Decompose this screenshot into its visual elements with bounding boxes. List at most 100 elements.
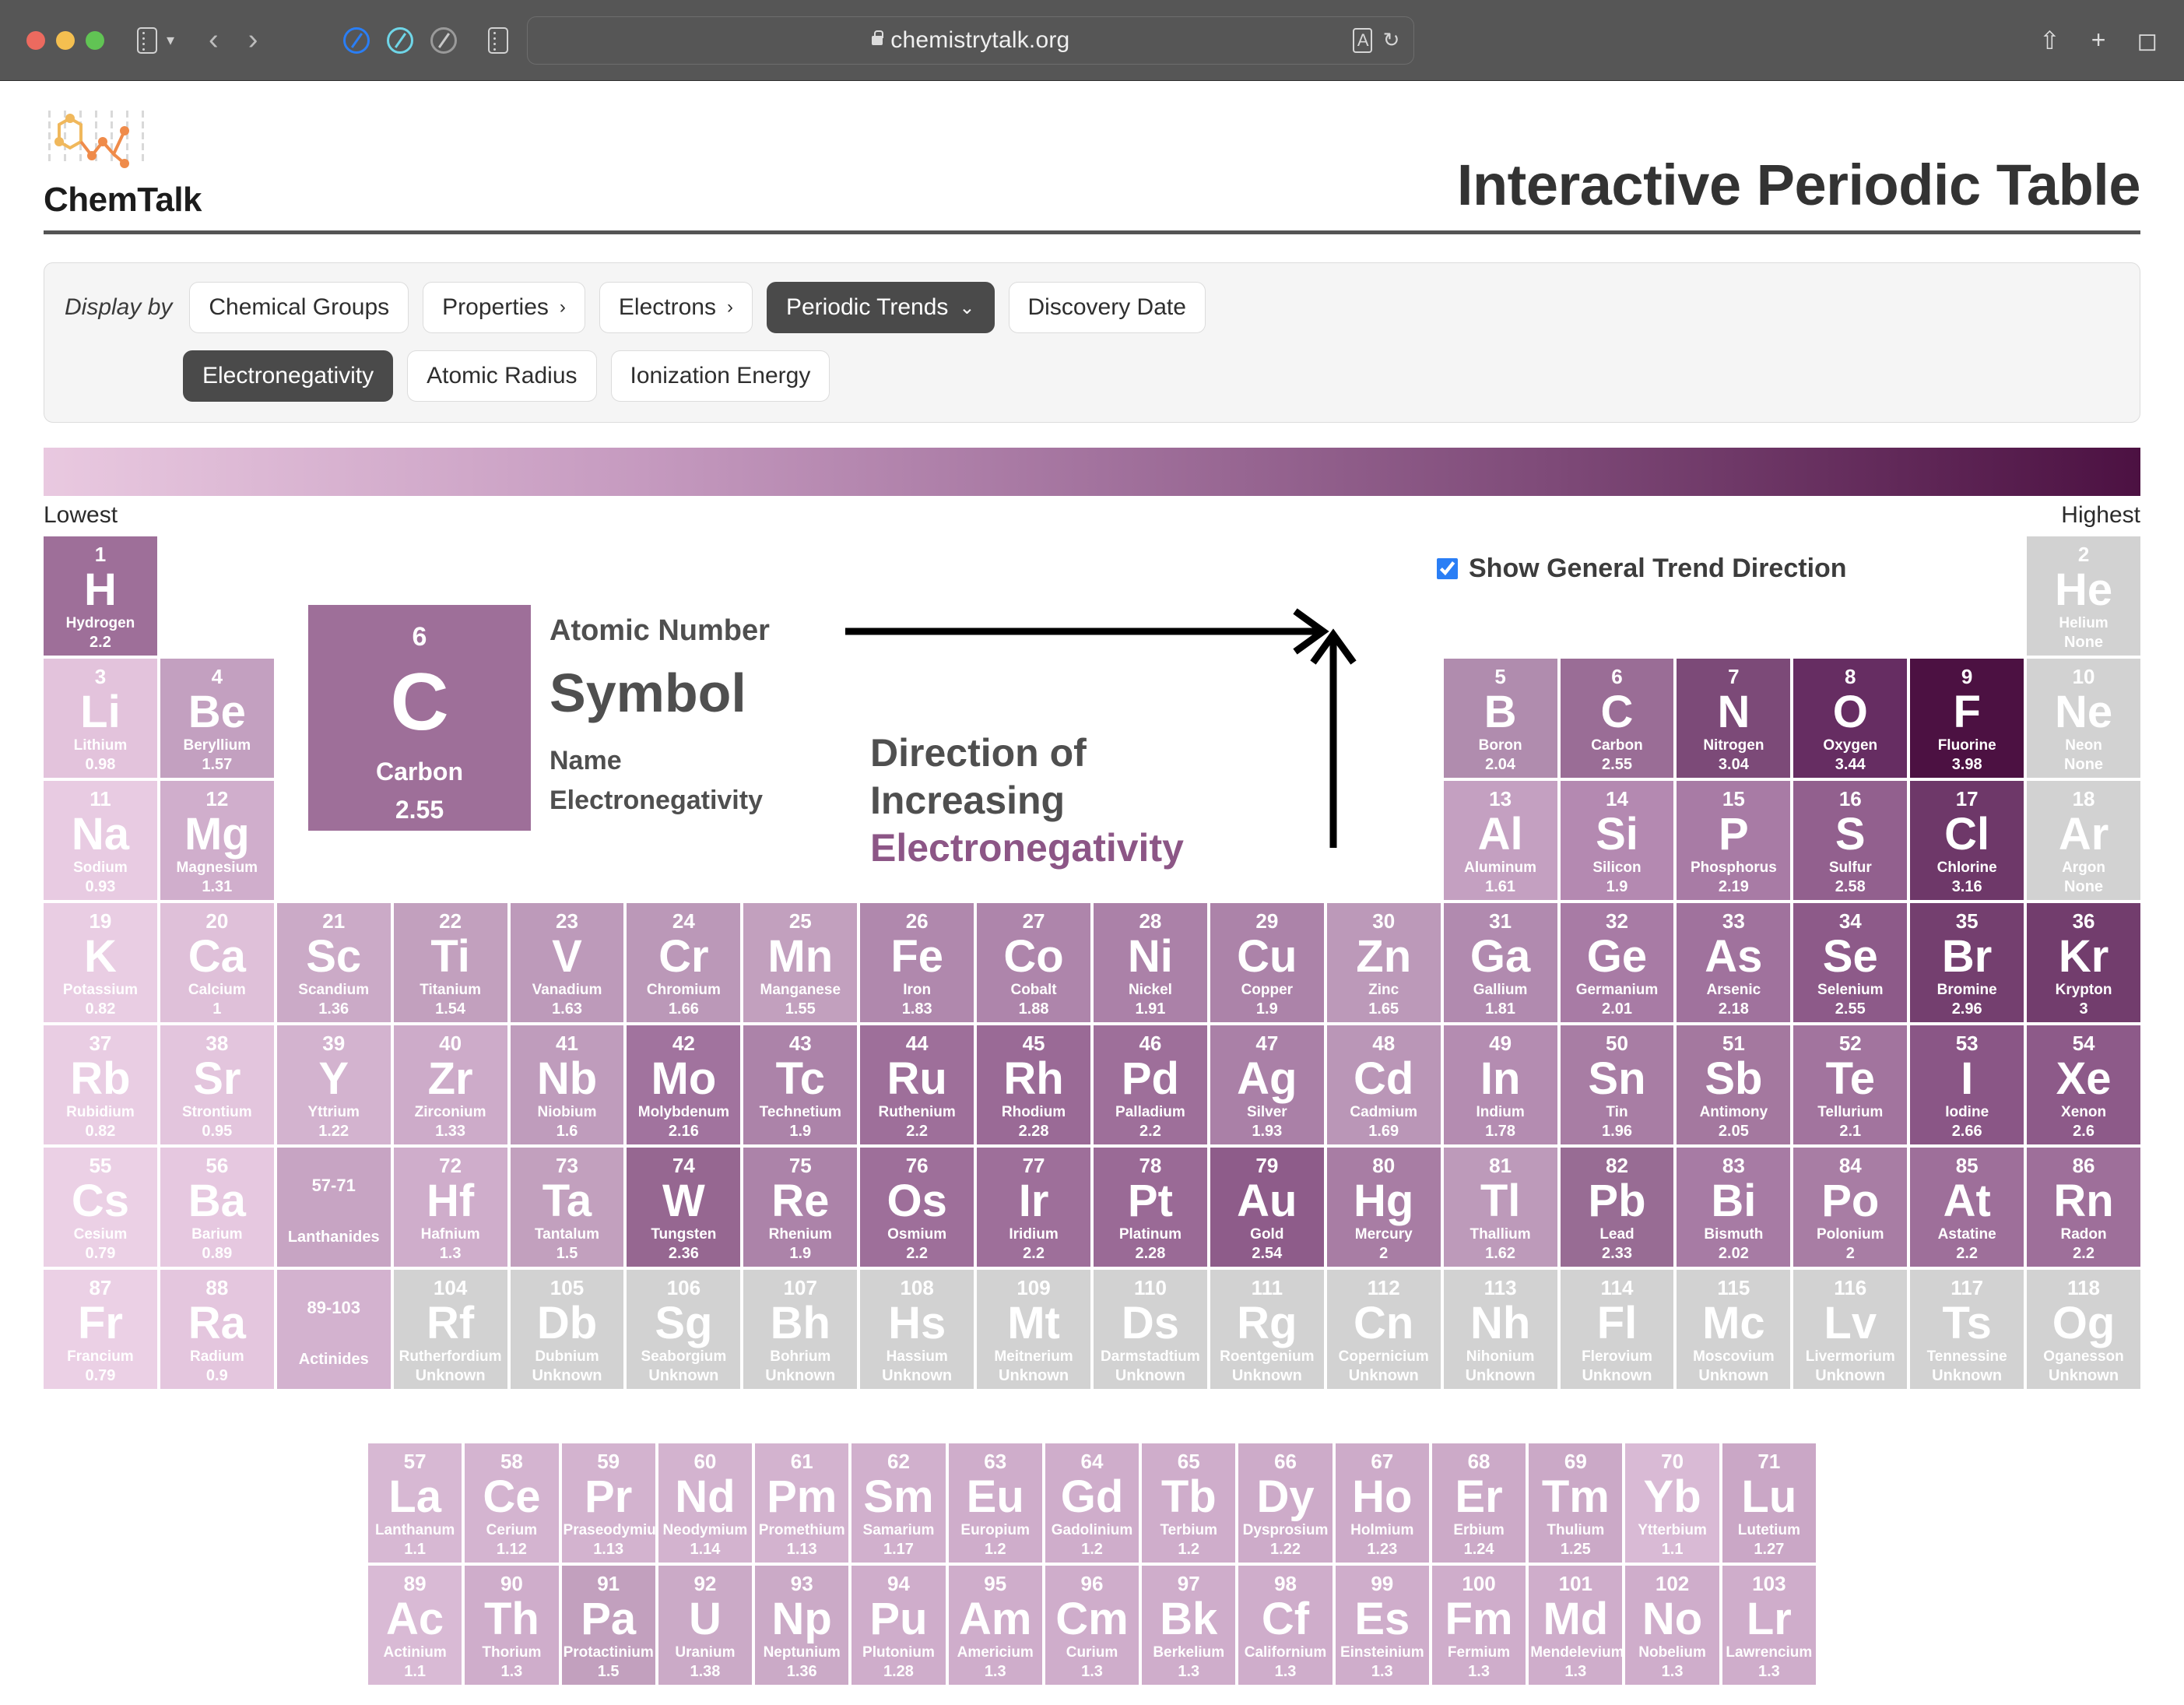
element-cell-er[interactable]: 68 Er Erbium 1.24 [1431,1443,1526,1563]
element-cell-pa[interactable]: 91 Pa Protactinium 1.5 [561,1566,655,1685]
element-cell-cu[interactable]: 29 Cu Copper 1.9 [1210,903,1324,1022]
chevron-down-icon[interactable]: ▾ [167,30,174,50]
element-cell-u[interactable]: 92 U Uranium 1.38 [658,1566,753,1685]
element-cell-fm[interactable]: 100 Fm Fermium 1.3 [1431,1566,1526,1685]
share-icon[interactable]: ⇧ [2039,26,2060,55]
forward-button[interactable]: › [248,23,258,57]
element-cell-hs[interactable]: 108 Hs Hassium Unknown [860,1270,974,1389]
element-cell-mc[interactable]: 115 Mc Moscovium Unknown [1677,1270,1791,1389]
element-cell-lu[interactable]: 71 Lu Lutetium 1.27 [1722,1443,1816,1563]
element-cell-c[interactable]: 6 C Carbon 2.55 [1560,659,1674,778]
element-cell-tm[interactable]: 69 Tm Thulium 1.25 [1529,1443,1623,1563]
element-cell-eu[interactable]: 63 Eu Europium 1.2 [948,1443,1042,1563]
element-cell-pd[interactable]: 46 Pd Palladium 2.2 [1093,1025,1207,1144]
extension-icon-1[interactable] [343,26,370,54]
element-cell-au[interactable]: 79 Au Gold 2.54 [1210,1148,1324,1267]
element-cell-es[interactable]: 99 Es Einsteinium 1.3 [1335,1566,1429,1685]
element-cell-al[interactable]: 13 Al Aluminum 1.61 [1443,781,1557,900]
address-bar[interactable]: chemistrytalk.org A ↻ [527,16,1415,65]
element-cell-co[interactable]: 27 Co Cobalt 1.88 [977,903,1090,1022]
close-window-button[interactable] [26,30,45,50]
show-trend-direction-control[interactable]: Show General Trend Direction [1437,554,1847,584]
element-cell-mn[interactable]: 25 Mn Manganese 1.55 [743,903,858,1022]
element-cell-fl[interactable]: 114 Fl Flerovium Unknown [1560,1270,1674,1389]
element-cell-cn[interactable]: 112 Cn Copernicium Unknown [1326,1270,1441,1389]
element-cell-lv[interactable]: 116 Lv Livermorium Unknown [1793,1270,1908,1389]
element-cell-hg[interactable]: 80 Hg Mercury 2 [1326,1148,1441,1267]
element-group-placeholder-lanthanides[interactable]: 57-71 Lanthanides [276,1148,391,1267]
element-cell-ra[interactable]: 88 Ra Radium 0.9 [160,1270,274,1389]
site-logo[interactable]: ChemTalk [44,107,202,220]
minimize-window-button[interactable] [56,30,75,50]
element-cell-sm[interactable]: 62 Sm Samarium 1.17 [851,1443,946,1563]
element-cell-ne[interactable]: 10 Ne Neon None [2027,659,2140,778]
element-cell-n[interactable]: 7 N Nitrogen 3.04 [1677,659,1791,778]
element-cell-zr[interactable]: 40 Zr Zirconium 1.33 [393,1025,507,1144]
element-cell-og[interactable]: 118 Og Oganesson Unknown [2027,1270,2140,1389]
element-cell-bh[interactable]: 107 Bh Bohrium Unknown [743,1270,858,1389]
extension-icon-3[interactable] [430,26,458,54]
element-cell-fr[interactable]: 87 Fr Francium 0.79 [44,1270,157,1389]
element-cell-gd[interactable]: 64 Gd Gadolinium 1.2 [1045,1443,1139,1563]
element-cell-cs[interactable]: 55 Cs Cesium 0.79 [44,1148,157,1267]
element-cell-db[interactable]: 105 Db Dubnium Unknown [510,1270,624,1389]
show-trend-direction-checkbox[interactable] [1437,558,1458,579]
element-cell-se[interactable]: 34 Se Selenium 2.55 [1793,903,1908,1022]
element-cell-ru[interactable]: 44 Ru Ruthenium 2.2 [860,1025,974,1144]
element-cell-pm[interactable]: 61 Pm Promethium 1.13 [755,1443,849,1563]
element-cell-hf[interactable]: 72 Hf Hafnium 1.3 [393,1148,507,1267]
element-cell-ba[interactable]: 56 Ba Barium 0.89 [160,1148,274,1267]
element-cell-rg[interactable]: 111 Rg Roentgenium Unknown [1210,1270,1324,1389]
element-cell-ts[interactable]: 117 Ts Tennessine Unknown [1910,1270,2024,1389]
element-cell-w[interactable]: 74 W Tungsten 2.36 [627,1148,741,1267]
element-cell-ca[interactable]: 20 Ca Calcium 1 [160,903,274,1022]
tab-overview-icon[interactable]: ◻ [2137,26,2158,55]
element-cell-lr[interactable]: 103 Lr Lawrencium 1.3 [1722,1566,1816,1685]
element-cell-dy[interactable]: 66 Dy Dysprosium 1.22 [1238,1443,1333,1563]
show-trend-direction-label[interactable]: Show General Trend Direction [1469,554,1847,584]
element-cell-cm[interactable]: 96 Cm Curium 1.3 [1045,1566,1139,1685]
element-cell-pb[interactable]: 82 Pb Lead 2.33 [1560,1148,1674,1267]
element-cell-li[interactable]: 3 Li Lithium 0.98 [44,659,157,778]
element-cell-rf[interactable]: 104 Rf Rutherfordium Unknown [393,1270,507,1389]
element-cell-bk[interactable]: 97 Bk Berkelium 1.3 [1142,1566,1236,1685]
element-cell-na[interactable]: 11 Na Sodium 0.93 [44,781,157,900]
element-cell-y[interactable]: 39 Y Yttrium 1.22 [276,1025,391,1144]
element-cell-rh[interactable]: 45 Rh Rhodium 2.28 [977,1025,1090,1144]
element-cell-f[interactable]: 9 F Fluorine 3.98 [1910,659,2024,778]
element-cell-he[interactable]: 2 He Helium None [2027,536,2140,656]
display-button-properties[interactable]: Properties › [423,282,585,333]
trend-button-atomic-radius[interactable]: Atomic Radius [407,350,597,402]
element-cell-te[interactable]: 52 Te Tellurium 2.1 [1793,1025,1908,1144]
element-cell-re[interactable]: 75 Re Rhenium 1.9 [743,1148,858,1267]
element-cell-cl[interactable]: 17 Cl Chlorine 3.16 [1910,781,2024,900]
element-cell-in[interactable]: 49 In Indium 1.78 [1443,1025,1557,1144]
element-cell-br[interactable]: 35 Br Bromine 2.96 [1910,903,2024,1022]
element-cell-ir[interactable]: 77 Ir Iridium 2.2 [977,1148,1090,1267]
element-cell-at[interactable]: 85 At Astatine 2.2 [1910,1148,2024,1267]
element-cell-no[interactable]: 102 No Nobelium 1.3 [1625,1566,1719,1685]
element-cell-ce[interactable]: 58 Ce Cerium 1.12 [465,1443,559,1563]
element-cell-o[interactable]: 8 O Oxygen 3.44 [1793,659,1908,778]
element-cell-ag[interactable]: 47 Ag Silver 1.93 [1210,1025,1324,1144]
element-cell-po[interactable]: 84 Po Polonium 2 [1793,1148,1908,1267]
element-cell-tl[interactable]: 81 Tl Thallium 1.62 [1443,1148,1557,1267]
element-cell-tc[interactable]: 43 Tc Technetium 1.9 [743,1025,858,1144]
element-cell-ga[interactable]: 31 Ga Gallium 1.81 [1443,903,1557,1022]
element-cell-nd[interactable]: 60 Nd Neodymium 1.14 [658,1443,753,1563]
sidebar-icon[interactable] [137,26,157,54]
back-button[interactable]: ‹ [209,23,219,57]
element-cell-th[interactable]: 90 Th Thorium 1.3 [465,1566,559,1685]
element-cell-ac[interactable]: 89 Ac Actinium 1.1 [368,1566,462,1685]
display-button-periodic-trends[interactable]: Periodic Trends ⌄ [766,282,995,333]
element-cell-md[interactable]: 101 Md Mendelevium 1.3 [1529,1566,1623,1685]
display-button-electrons[interactable]: Electrons › [599,282,753,333]
element-cell-zn[interactable]: 30 Zn Zinc 1.65 [1326,903,1441,1022]
display-button-chemical-groups[interactable]: Chemical Groups [189,282,409,333]
element-cell-yb[interactable]: 70 Yb Ytterbium 1.1 [1625,1443,1719,1563]
extension-icon-2[interactable] [387,26,414,54]
element-cell-rb[interactable]: 37 Rb Rubidium 0.82 [44,1025,157,1144]
element-cell-sg[interactable]: 106 Sg Seaborgium Unknown [627,1270,741,1389]
element-cell-ar[interactable]: 18 Ar Argon None [2027,781,2140,900]
element-cell-mo[interactable]: 42 Mo Molybdenum 2.16 [627,1025,741,1144]
